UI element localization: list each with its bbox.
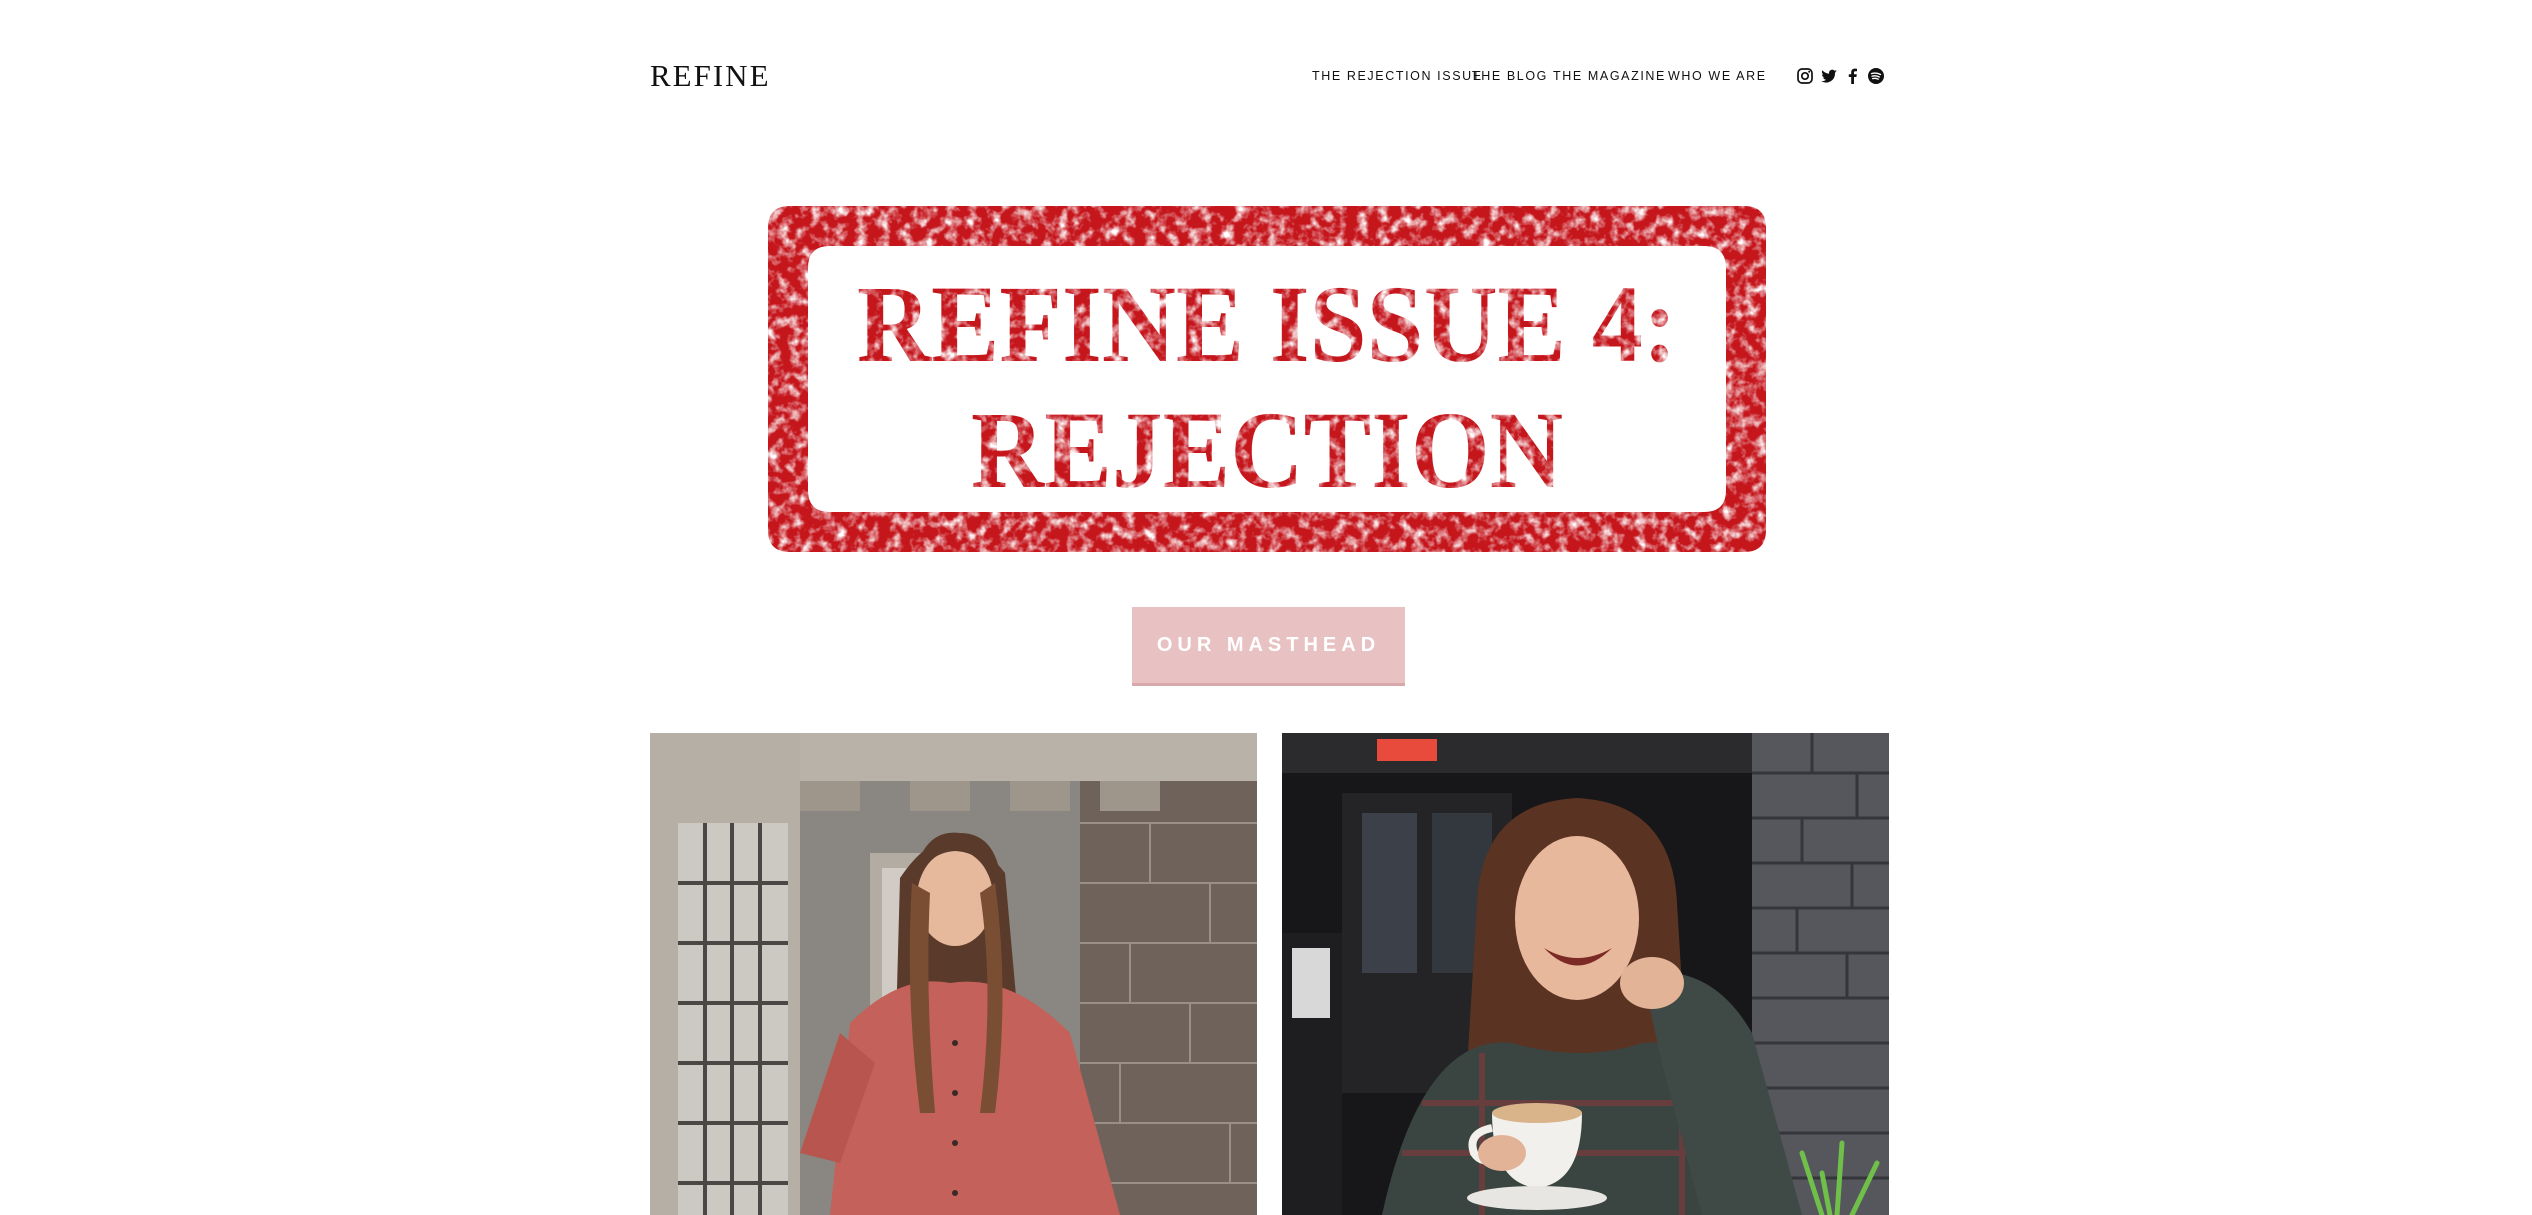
nav-rejection-issue[interactable]: THE REJECTION ISSUE: [1312, 66, 1483, 86]
rejection-stamp-graphic: REFINE ISSUE 4: REJECTION: [768, 206, 1766, 552]
portrait-photo: [1282, 733, 1889, 1215]
portrait-photo-right[interactable]: [1282, 733, 1889, 1215]
spotify-icon[interactable]: [1866, 66, 1886, 86]
nav-magazine[interactable]: THE MAGAZINE: [1553, 66, 1666, 86]
nav-who-we-are[interactable]: WHO WE ARE: [1668, 66, 1767, 86]
issue-banner: REFINE ISSUE 4: REJECTION: [768, 206, 1766, 552]
our-masthead-button[interactable]: OUR MASTHEAD: [1132, 607, 1405, 686]
site-logo[interactable]: REFINE: [650, 56, 771, 96]
twitter-icon[interactable]: [1819, 66, 1839, 86]
portrait-photo: [650, 733, 1257, 1215]
nav-blog[interactable]: THE BLOG: [1472, 66, 1548, 86]
instagram-icon[interactable]: [1795, 66, 1815, 86]
portrait-photo-left[interactable]: [650, 733, 1257, 1215]
facebook-icon[interactable]: [1843, 66, 1863, 86]
banner-line-2: REJECTION: [971, 389, 1563, 511]
banner-line-1: REFINE ISSUE 4:: [857, 263, 1677, 385]
